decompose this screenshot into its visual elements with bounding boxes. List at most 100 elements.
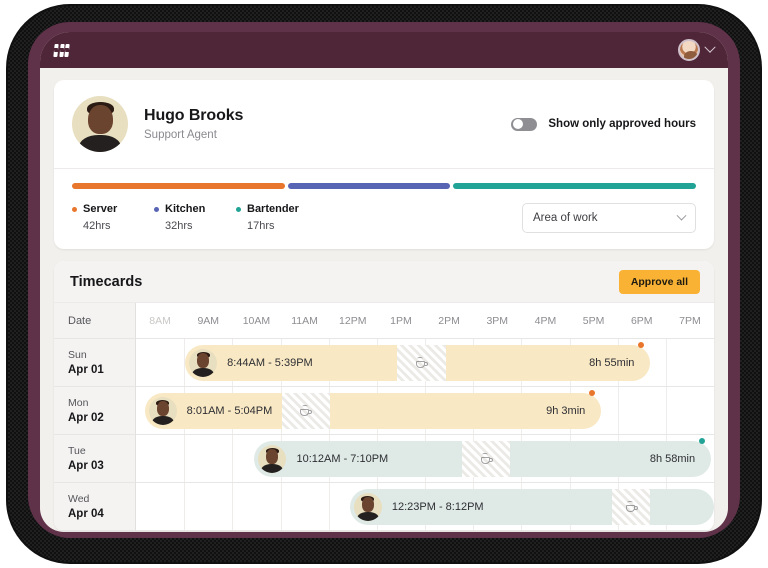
area-of-work-select[interactable]: Area of work [522, 203, 696, 233]
approve-all-button[interactable]: Approve all [618, 269, 700, 294]
legend-label: Bartender [247, 203, 299, 215]
date-cell: Sun Apr 01 [54, 339, 135, 387]
legend-dot [72, 206, 77, 212]
date-weekday: Tue [68, 445, 86, 457]
area-of-work-value: Area of work [533, 212, 598, 224]
break-block[interactable] [281, 393, 330, 429]
legend-item: Bartender 17hrs [236, 203, 299, 232]
legend-dot [154, 206, 159, 212]
table-row: 12:23PM - 8:12PM [136, 483, 714, 531]
timecards-header: Timecards Approve all [54, 261, 714, 303]
date-day: Apr 03 [68, 460, 104, 472]
break-block[interactable] [612, 489, 651, 525]
table-row: 8:44AM - 5:39PM 8h 55min [136, 339, 714, 387]
time-axis-tick: 6PM [630, 315, 653, 327]
time-axis-tick: 3PM [486, 315, 509, 327]
page-body: Hugo Brooks Support Agent Show only appr… [40, 68, 728, 531]
profile-header: Hugo Brooks Support Agent Show only appr… [54, 80, 714, 169]
table-row: 10:12AM - 7:10PM 8h 58min [136, 435, 714, 483]
date-cell: Tue Apr 03 [54, 435, 135, 483]
shift-avatar [258, 445, 287, 473]
break-block[interactable] [396, 345, 446, 381]
rrr-logo[interactable] [53, 43, 70, 57]
toggle-label: Show only approved hours [548, 118, 696, 130]
shift-avatar [353, 493, 382, 521]
grid-line [184, 483, 186, 530]
time-axis-tick: 1PM [390, 315, 412, 327]
page-title: Hugo Brooks [144, 107, 244, 124]
hours-bar [72, 183, 696, 189]
status-badge [638, 342, 645, 348]
shift-bar[interactable]: 8:44AM - 5:39PM 8h 55min [185, 345, 651, 381]
shift-duration: 9h 3min [546, 405, 586, 417]
hours-breakdown: Server 42hrs Kitchen 32hrs Bartender 17hrs Ar… [54, 169, 714, 249]
date-column: Date Sun Apr 01 Mon Apr 02 Tue Apr 03 Wed Apr 0… [54, 303, 136, 531]
time-axis-tick: 8AM [149, 315, 171, 327]
timecards-title: Timecards [70, 273, 143, 290]
time-axis-tick: 2PM [438, 315, 460, 327]
legend-value: 42hrs [83, 220, 111, 232]
coffee-cup-icon [480, 452, 494, 466]
date-weekday: Mon [68, 397, 89, 409]
break-block[interactable] [462, 441, 511, 477]
shift-bar[interactable]: 8:01AM - 5:04PM 9h 3min [144, 393, 602, 429]
time-axis-header: 8AM 9AM 10AM 11AM 12PM 1PM 2PM 3PM 4PM 5PM 6PM 7PM [136, 303, 714, 339]
grid-line [665, 387, 667, 434]
hours-bar-segment [452, 183, 696, 189]
avatar[interactable] [678, 39, 700, 61]
legend-item: Kitchen 32hrs [154, 203, 208, 232]
grid-line [328, 483, 330, 530]
grid-line [617, 387, 619, 434]
date-day: Apr 04 [68, 508, 104, 520]
shift-time-range: 10:12AM - 7:10PM [296, 453, 389, 465]
grid-line [232, 483, 234, 530]
hours-bar-segment [287, 183, 450, 189]
timecards-card: Timecards Approve all Date Sun Apr 01 Mon A… [54, 261, 714, 531]
time-axis-tick: 7PM [679, 315, 701, 327]
shift-bar[interactable]: 10:12AM - 7:10PM 8h 58min [254, 441, 712, 477]
date-day: Apr 01 [68, 364, 104, 376]
profile-identity: Hugo Brooks Support Agent [144, 107, 243, 141]
shift-duration: 8h 58min [649, 453, 696, 465]
hours-bar-segment [72, 183, 285, 189]
date-cell: Wed Apr 04 [54, 483, 135, 531]
legend-row: Server 42hrs Kitchen 32hrs Bartender 17hrs Ar… [72, 203, 696, 233]
date-column-header: Date [54, 303, 135, 339]
legend-dot [236, 206, 241, 212]
coffee-cup-icon [625, 500, 639, 514]
status-badge [589, 390, 596, 396]
time-axis-tick: 5PM [582, 315, 605, 327]
chevron-down-icon[interactable] [704, 41, 716, 53]
coffee-cup-icon [415, 356, 429, 370]
coffee-cup-icon [299, 404, 313, 418]
grid-line [232, 435, 234, 482]
time-axis-tick: 11AM [291, 315, 318, 327]
shift-time-range: 12:23PM - 8:12PM [391, 501, 484, 513]
time-axis-tick: 12PM [339, 315, 367, 327]
table-row: 8:01AM - 5:04PM 9h 3min [136, 387, 714, 435]
app-bar [40, 32, 728, 68]
shift-avatar [148, 397, 177, 425]
time-axis-tick: 10AM [242, 315, 271, 327]
grid-line [665, 339, 667, 386]
legend-label: Kitchen [165, 203, 206, 215]
shift-time-range: 8:44AM - 5:39PM [227, 357, 313, 369]
toggle-switch[interactable] [511, 117, 538, 131]
hours-legend: Server 42hrs Kitchen 32hrs Bartender 17hrs [72, 203, 299, 232]
approved-hours-toggle[interactable]: Show only approved hours [511, 117, 696, 131]
date-day: Apr 02 [68, 412, 104, 424]
shift-time-range: 8:01AM - 5:04PM [186, 405, 273, 417]
tablet-screen: Hugo Brooks Support Agent Show only appr… [40, 32, 728, 532]
account-menu[interactable] [678, 39, 716, 61]
timecards-grid: Date Sun Apr 01 Mon Apr 02 Tue Apr 03 Wed Apr 0… [54, 303, 714, 531]
legend-value: 32hrs [165, 220, 193, 232]
date-weekday: Sun [68, 349, 87, 361]
chevron-down-icon [676, 210, 687, 221]
shift-bar[interactable]: 12:23PM - 8:12PM [349, 489, 714, 525]
date-cell: Mon Apr 02 [54, 387, 135, 435]
time-axis-tick: 9AM [197, 315, 220, 327]
date-weekday: Wed [68, 493, 90, 505]
time-axis-tick: 4PM [534, 315, 557, 327]
legend-label: Server [83, 203, 118, 215]
profile-card: Hugo Brooks Support Agent Show only appr… [54, 80, 714, 249]
